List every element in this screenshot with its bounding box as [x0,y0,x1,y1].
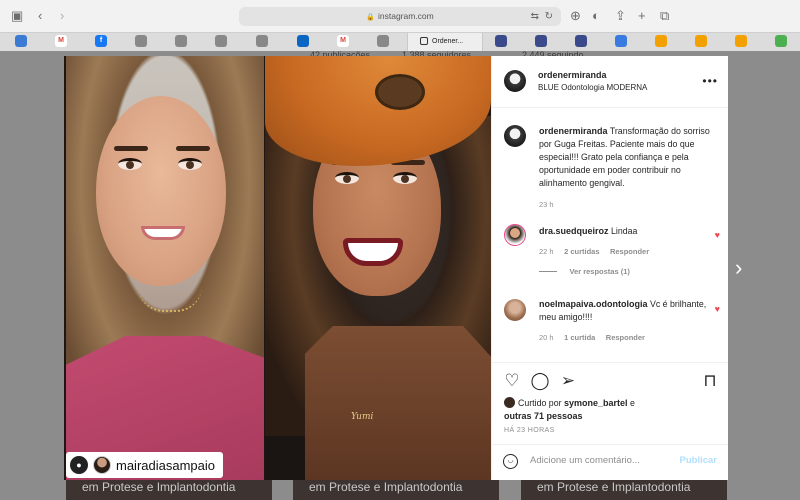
new-tab-icon[interactable]: + [638,7,646,25]
like-heart-icon[interactable]: ♡ [502,371,522,391]
liked-by-connector: e [629,398,635,408]
tab-active[interactable]: Ordener... [407,33,483,51]
author-username[interactable]: ordenermiranda [538,70,647,80]
next-post-arrow-icon[interactable]: › [735,256,742,280]
back-icon[interactable]: ‹ [38,7,42,25]
forward-icon[interactable]: › [60,7,64,25]
caption: ordenermiranda Transformação do sorriso … [539,125,719,211]
comment-bubble-icon[interactable]: ◯ [530,371,550,391]
reply-button[interactable]: Responder [610,247,649,256]
more-options-icon[interactable]: ••• [702,74,718,88]
post-side-panel: ordenermiranda BLUE Odontologia MODERNA … [491,56,728,480]
save-bookmark-icon[interactable]: ⊓ [700,371,720,391]
tagged-username: mairadiasampaio [116,457,215,473]
share-paper-plane-icon[interactable]: ➢ [558,371,578,391]
reload-icon[interactable]: ↻ [545,7,553,26]
liked-by-user[interactable]: symone_bartel [564,398,628,408]
favicon-tab[interactable] [655,35,667,47]
privacy-icon[interactable]: ◐ [592,7,600,25]
caption-username[interactable]: ordenermiranda [539,126,608,136]
author-avatar[interactable] [504,70,526,92]
post-header: ordenermiranda BLUE Odontologia MODERNA … [492,56,728,108]
comment-time: 22 h [539,247,554,256]
sidebar-toggle-icon[interactable]: ▣ [11,7,23,25]
caption-avatar[interactable] [504,125,526,147]
favicon-tab[interactable] [377,35,389,47]
post-photo[interactable]: Yumi ● mairadiasampaio [64,56,491,480]
translate-icon[interactable]: ⇆ [531,7,539,26]
favicon-tab[interactable] [495,35,507,47]
caption-time: 23 h [539,200,554,209]
favicon-tab[interactable] [256,35,268,47]
facebook-favicon-icon[interactable]: f [95,35,107,47]
browser-toolbar: ▣ ‹ › 🔒 instagram.com ⇆ ↻ ⊕ ◐ ⇪ + ⧉ [0,0,800,32]
lock-icon: 🔒 [366,14,375,21]
comment-box: ◡ Adicione um comentário... Publicar [492,444,728,481]
favicon-tab[interactable] [135,35,147,47]
share-icon[interactable]: ⇪ [615,7,626,25]
favicon-tab[interactable] [15,35,27,47]
bg-card-title: em Protese e Implantodontia [309,480,463,494]
user-tag[interactable]: ● mairadiasampaio [66,452,223,478]
address-bar[interactable]: 🔒 instagram.com ⇆ ↻ [239,7,561,26]
comment-likes[interactable]: 2 curtidas [564,247,599,256]
instagram-icon [420,37,428,45]
comment-likes[interactable]: 1 curtida [564,333,595,342]
liked-by-prefix: Curtido por [518,398,562,408]
favicon-tab[interactable] [775,35,787,47]
post-timestamp: HÁ 23 HORAS [504,427,555,434]
commenter-avatar[interactable] [504,224,526,246]
before-photo [66,56,264,480]
comment-text: Lindaa [610,226,638,236]
bg-card-title: em Protese e Implantodontia [82,480,236,494]
bg-grid-card[interactable]: em Protese e Implantodontia [66,480,272,500]
bg-grid-card[interactable]: em Protese e Implantodontia [293,480,499,500]
favicon-tab[interactable] [175,35,187,47]
reply-button[interactable]: Responder [606,333,645,342]
tab-bar: M f M Ordener... [0,32,800,51]
author-location[interactable]: BLUE Odontologia MODERNA [538,83,647,92]
favicon-tab[interactable] [535,35,547,47]
favicon-tab[interactable] [575,35,587,47]
gmail-favicon-icon[interactable]: M [55,35,67,47]
comment-username[interactable]: dra.suedqueiroz [539,226,609,236]
linkedin-favicon-icon[interactable] [297,35,309,47]
commenter-avatar[interactable] [504,299,526,321]
favicon-tab[interactable] [695,35,707,47]
comment-input[interactable]: Adicione um comentário... [530,455,640,466]
replies-divider [539,271,557,273]
comment-like-heart-icon[interactable]: ♥ [715,230,720,240]
comment-username[interactable]: noelmapaiva.odontologia [539,299,648,309]
post-modal: Yumi ● mairadiasampaio ordenermiranda BL… [64,56,728,480]
liker-avatar [504,397,515,408]
favicon-tab[interactable] [215,35,227,47]
favicon-tab[interactable] [615,35,627,47]
download-icon[interactable]: ⊕ [570,7,581,25]
tab-title: Ordener... [432,38,464,45]
emoji-icon[interactable]: ◡ [503,454,518,469]
liked-by-others[interactable]: outras 71 pessoas [504,411,583,421]
tagged-user-icon: ● [70,456,88,474]
bg-grid-card[interactable]: em Protese e Implantodontia [521,480,727,500]
comment: noelmapaiva.odontologia Vc é brilhante, … [539,298,709,344]
comment-like-heart-icon[interactable]: ♥ [715,304,720,314]
after-photo: Yumi [265,56,491,480]
url-text: instagram.com [377,11,434,21]
gmail-favicon-icon[interactable]: M [337,35,349,47]
bg-card-title: em Protese e Implantodontia [537,480,691,494]
favicon-tab[interactable] [735,35,747,47]
tab-overview-icon[interactable]: ⧉ [660,7,669,25]
publish-button[interactable]: Publicar [680,455,718,466]
necklace-text: Yumi [351,412,374,422]
liked-by: Curtido por symone_bartel e outras 71 pe… [504,397,635,423]
tagged-avatar [93,456,111,474]
comment: dra.suedqueiroz Lindaa 22 h 2 curtidas R… [539,225,709,278]
view-replies-button[interactable]: Ver respostas (1) [569,267,629,276]
comment-time: 20 h [539,333,554,342]
